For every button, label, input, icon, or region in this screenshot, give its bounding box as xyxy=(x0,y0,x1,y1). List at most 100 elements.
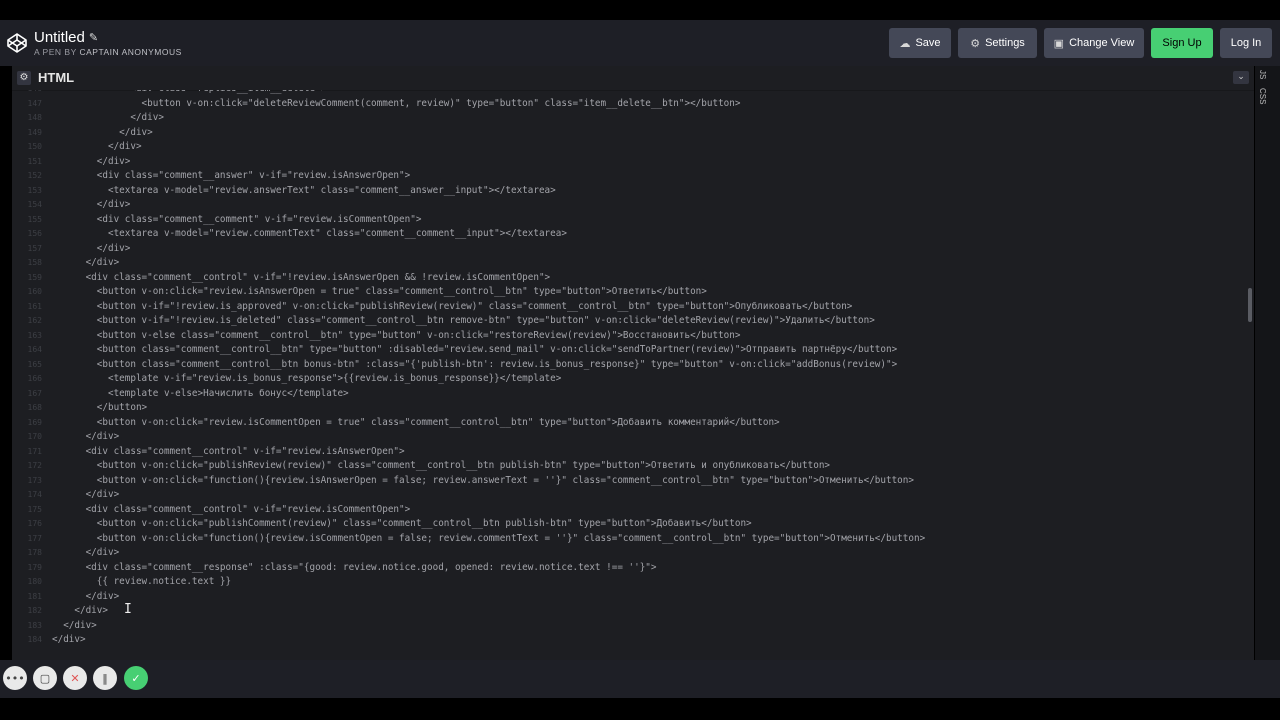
code-text: <div class="comment__comment" v-if="revi… xyxy=(52,213,422,225)
code-text: <textarea v-model="review.answerText" cl… xyxy=(52,184,556,196)
code-line[interactable]: 171 <div class="comment__control" v-if="… xyxy=(12,445,1254,459)
code-line[interactable]: 151 </div> xyxy=(12,155,1254,169)
code-text: <div class="comment__control" v-if="revi… xyxy=(52,445,405,457)
line-number: 155 xyxy=(27,214,42,224)
code-text: <button v-if="!review.is_approved" v-on:… xyxy=(52,300,853,312)
code-line[interactable]: 168 </button> xyxy=(12,401,1254,415)
camera-icon[interactable]: ▢ xyxy=(33,666,57,690)
side-tab-js[interactable]: JS xyxy=(1258,70,1267,79)
code-line[interactable]: 147 <button v-on:click="deleteReviewComm… xyxy=(12,97,1254,111)
line-number: 183 xyxy=(27,620,42,630)
code-line[interactable]: 154 </div> xyxy=(12,198,1254,212)
code-line[interactable]: 163 <button v-else class="comment__contr… xyxy=(12,329,1254,343)
code-text: </div> xyxy=(52,199,131,210)
code-text: <textarea v-model="review.commentText" c… xyxy=(52,228,567,239)
line-number: 150 xyxy=(27,142,42,151)
code-line[interactable]: 150 </div> xyxy=(12,140,1254,154)
code-line[interactable]: 160 <button v-on:click="review.isAnswerO… xyxy=(12,285,1254,299)
line-number: 146 xyxy=(12,90,42,93)
code-text: {{ review.notice.text }} xyxy=(52,576,232,587)
settings-button[interactable]: ⚙ Settings xyxy=(958,28,1037,58)
code-text: <button v-on:click="review.isCommentOpen… xyxy=(52,416,780,428)
more-options-icon[interactable]: ••• xyxy=(3,666,27,690)
code-line[interactable]: 152 <div class="comment__answer" v-if="r… xyxy=(12,169,1254,183)
code-line[interactable]: 173 <button v-on:click="function(){revie… xyxy=(12,474,1254,488)
code-line[interactable]: 159 <div class="comment__control" v-if="… xyxy=(12,271,1254,285)
save-button[interactable]: ☁ Save xyxy=(889,28,951,58)
code-line[interactable]: 157 </div> xyxy=(12,242,1254,256)
author-prefix: A PEN BY xyxy=(34,47,77,57)
editor-settings-icon[interactable]: ⚙ xyxy=(17,71,31,85)
code-line[interactable]: 161 <button v-if="!review.is_approved" v… xyxy=(12,300,1254,314)
code-line[interactable]: 155 <div class="comment__comment" v-if="… xyxy=(12,213,1254,227)
code-line[interactable]: 172 <button v-on:click="publishReview(re… xyxy=(12,459,1254,473)
code-line[interactable]: 153 <textarea v-model="review.answerText… xyxy=(12,184,1254,198)
code-line[interactable]: 184 </div> xyxy=(12,633,1254,647)
collapsed-side-panels xyxy=(1255,66,1280,660)
code-line[interactable]: 167 <template v-else>Начислить бонус</te… xyxy=(12,387,1254,401)
code-line[interactable]: 165 <button class="comment__control__btn… xyxy=(12,358,1254,372)
code-line[interactable]: 158 </div> xyxy=(12,256,1254,270)
code-line[interactable]: 162 <button v-if="!review.is_deleted" cl… xyxy=(12,314,1254,328)
code-line[interactable]: 180 {{ review.notice.text }} xyxy=(12,575,1254,589)
line-number: 179 xyxy=(27,562,42,572)
pen-title[interactable]: Untitled ✎ xyxy=(34,29,182,46)
code-text: <button v-on:click="deleteReviewComment(… xyxy=(52,97,741,109)
code-line[interactable]: 176 <button v-on:click="publishComment(r… xyxy=(12,517,1254,531)
code-line[interactable]: 166 <template v-if="review.is_bonus_resp… xyxy=(12,372,1254,386)
change-view-button[interactable]: ▣ Change View xyxy=(1044,28,1144,58)
line-number: 159 xyxy=(27,272,42,282)
line-number: 162 xyxy=(27,316,42,325)
code-line[interactable]: 170 </div> xyxy=(12,430,1254,444)
editor-scrollbar[interactable] xyxy=(1248,288,1252,322)
check-icon[interactable]: ✓ xyxy=(124,666,148,690)
code-line[interactable]: 146 <div class="replies__item__delete"> xyxy=(12,90,1254,96)
line-number: 164 xyxy=(27,345,42,354)
code-text: </div> xyxy=(52,431,120,442)
code-line[interactable]: 178 </div> xyxy=(12,546,1254,560)
code-line[interactable]: 181 </div> xyxy=(12,590,1254,604)
line-number: 175 xyxy=(27,504,42,514)
code-text: </div> xyxy=(52,590,120,602)
code-text: </div> xyxy=(52,619,97,631)
line-number: 153 xyxy=(27,185,42,195)
code-line[interactable]: 148 </div> xyxy=(12,111,1254,125)
app-header: Untitled ✎ A PEN BY CAPTAIN ANONYMOUS ☁ … xyxy=(0,20,1280,66)
code-line[interactable]: 174 </div> xyxy=(12,488,1254,502)
line-number: 180 xyxy=(27,577,42,586)
codepen-logo-icon[interactable] xyxy=(6,32,28,54)
edit-pencil-icon[interactable]: ✎ xyxy=(89,31,98,44)
code-line[interactable]: 179 <div class="comment__response" :clas… xyxy=(12,561,1254,575)
code-line[interactable]: 164 <button class="comment__control__btn… xyxy=(12,343,1254,357)
close-icon[interactable]: ✕ xyxy=(63,666,87,690)
code-line[interactable]: 183 </div> xyxy=(12,619,1254,633)
letterbox-bottom xyxy=(0,698,1280,720)
pen-title-text[interactable]: Untitled xyxy=(34,29,85,46)
code-line[interactable]: 156 <textarea v-model="review.commentTex… xyxy=(12,227,1254,241)
code-area[interactable]: 146 <div class="replies__item__delete">1… xyxy=(12,90,1254,660)
code-line[interactable]: 149 </div> xyxy=(12,126,1254,140)
code-text: <button v-on:click="review.isAnswerOpen … xyxy=(52,286,707,297)
line-number: 154 xyxy=(27,200,42,209)
sign-up-button[interactable]: Sign Up xyxy=(1151,28,1213,58)
line-number: 158 xyxy=(27,258,42,267)
side-tab-css[interactable]: CSS xyxy=(1258,88,1267,104)
pen-author: A PEN BY CAPTAIN ANONYMOUS xyxy=(34,47,182,57)
code-line[interactable]: 169 <button v-on:click="review.isComment… xyxy=(12,416,1254,430)
pause-icon[interactable]: ‖ xyxy=(93,666,117,690)
gear-icon: ⚙ xyxy=(970,37,981,50)
line-number: 177 xyxy=(27,533,42,543)
log-in-button[interactable]: Log In xyxy=(1220,28,1272,58)
layout-icon: ▣ xyxy=(1053,37,1065,50)
code-line[interactable]: 182 </div> xyxy=(12,604,1254,618)
line-number: 173 xyxy=(27,475,42,485)
code-text: <div class="replies__item__delete"> xyxy=(52,90,326,94)
chevron-down-icon[interactable]: ⌄ xyxy=(1233,71,1249,84)
code-line[interactable]: 175 <div class="comment__control" v-if="… xyxy=(12,503,1254,517)
code-text: <button v-on:click="function(){review.is… xyxy=(52,532,926,544)
code-text: <template v-else>Начислить бонус</templa… xyxy=(52,387,349,399)
code-text: <template v-if="review.is_bonus_response… xyxy=(52,373,562,384)
code-text: <div class="comment__control" v-if="!rev… xyxy=(52,271,551,283)
editor-language-label: HTML xyxy=(38,70,75,85)
code-line[interactable]: 177 <button v-on:click="function(){revie… xyxy=(12,532,1254,546)
